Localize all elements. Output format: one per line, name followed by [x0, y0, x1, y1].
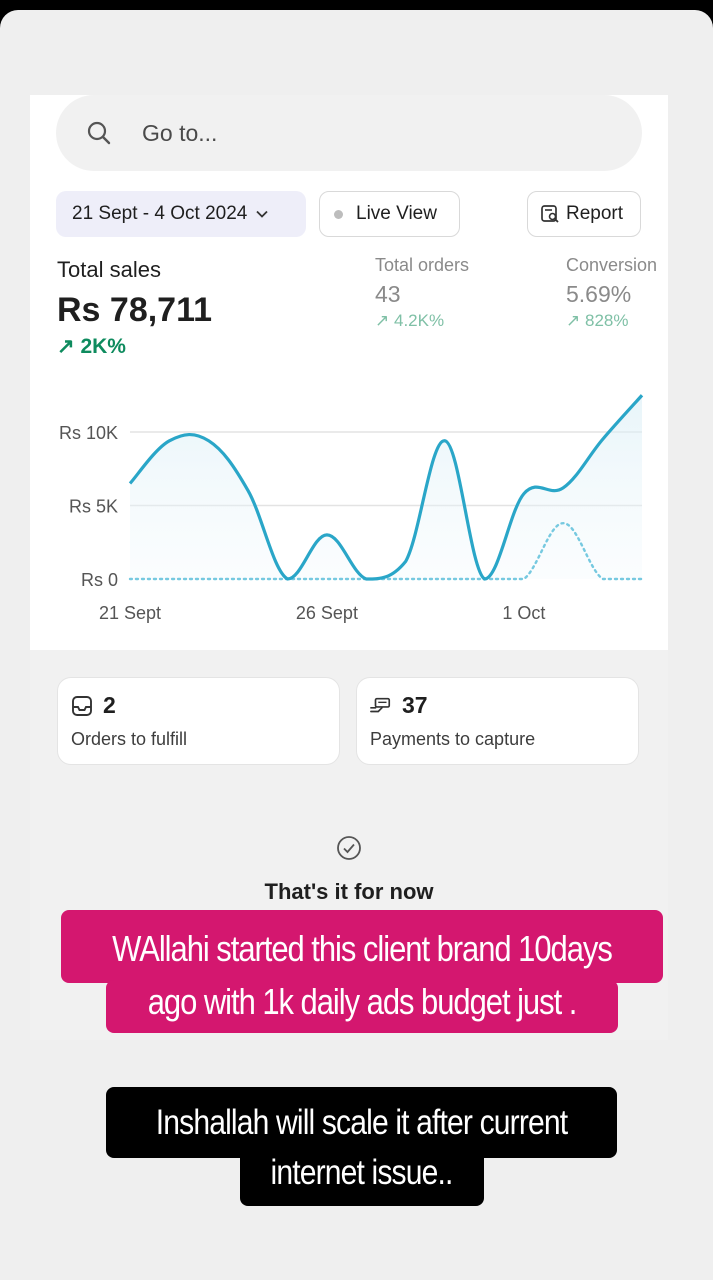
- x-tick-label: 21 Sept: [99, 603, 161, 623]
- chevron-down-icon: [256, 210, 268, 218]
- check-circle-icon: [337, 836, 361, 860]
- search-placeholder: Go to...: [142, 119, 218, 146]
- total-sales-change: ↗ 2K%: [57, 335, 126, 358]
- conversion-label: Conversion: [566, 255, 658, 275]
- payment-hand-icon: [370, 697, 391, 712]
- total-orders-metric[interactable]: Total orders 43 ↗ 4.2K%: [375, 255, 469, 331]
- orders-count: 2: [103, 692, 116, 718]
- total-sales-value: Rs 78,711: [57, 291, 213, 329]
- payments-label: Payments to capture: [370, 729, 536, 749]
- total-orders-change: ↗ 4.2K%: [375, 311, 445, 330]
- empty-state-text: That's it for now: [264, 879, 434, 904]
- arrow-up-right-icon: ↗: [57, 335, 75, 358]
- live-dot-icon: [334, 209, 343, 219]
- total-orders-label: Total orders: [375, 255, 470, 275]
- y-tick-label: Rs 0: [81, 570, 118, 590]
- total-sales-label: Total sales: [57, 257, 161, 282]
- payments-count: 37: [402, 692, 428, 718]
- y-tick-label: Rs 10K: [59, 423, 118, 443]
- report-button[interactable]: Report: [527, 191, 641, 237]
- analytics-card: Go to... 21 Sept - 4 Oct 2024 Live View …: [30, 95, 668, 650]
- total-sales-metric[interactable]: Total sales Rs 78,711 ↗ 2K%: [57, 257, 212, 359]
- x-tick-label: 26 Sept: [296, 603, 358, 623]
- sales-chart: Rs 10K Rs 5K Rs 0 21 Sept 26 Sept 1 Oct: [59, 394, 644, 623]
- orders-to-fulfill-tile[interactable]: 2 Orders to fulfill: [57, 677, 340, 765]
- conversion-metric[interactable]: Conversion 5.69% ↗ 828%: [566, 255, 668, 331]
- total-orders-value: 43: [375, 281, 401, 307]
- x-tick-label: 1 Oct: [502, 603, 545, 623]
- payments-to-capture-tile[interactable]: 37 Payments to capture: [356, 677, 639, 765]
- live-view-label: Live View: [356, 203, 437, 224]
- live-view-button[interactable]: Live View: [319, 191, 460, 237]
- date-range-picker[interactable]: 21 Sept - 4 Oct 2024: [56, 191, 306, 237]
- app-screenshot: Go to... 21 Sept - 4 Oct 2024 Live View …: [30, 95, 668, 1040]
- conversion-change: ↗ 828%: [566, 311, 629, 330]
- inbox-icon: [72, 695, 92, 716]
- date-range-label: 21 Sept - 4 Oct 2024: [72, 203, 248, 224]
- story-caption-black: Inshallah will scale it after current in…: [155, 1103, 568, 1192]
- search-icon: [87, 121, 111, 145]
- orders-label: Orders to fulfill: [71, 729, 188, 749]
- arrow-up-right-icon: ↗: [566, 311, 581, 330]
- conversion-value: 5.69%: [566, 281, 632, 307]
- y-tick-label: Rs 5K: [69, 497, 118, 517]
- report-icon: [541, 205, 559, 223]
- story-caption-pink: WAllahi started this client brand 10days…: [112, 928, 613, 1022]
- search-bar[interactable]: Go to...: [56, 95, 642, 171]
- report-label: Report: [566, 203, 624, 224]
- arrow-up-right-icon: ↗: [375, 311, 390, 330]
